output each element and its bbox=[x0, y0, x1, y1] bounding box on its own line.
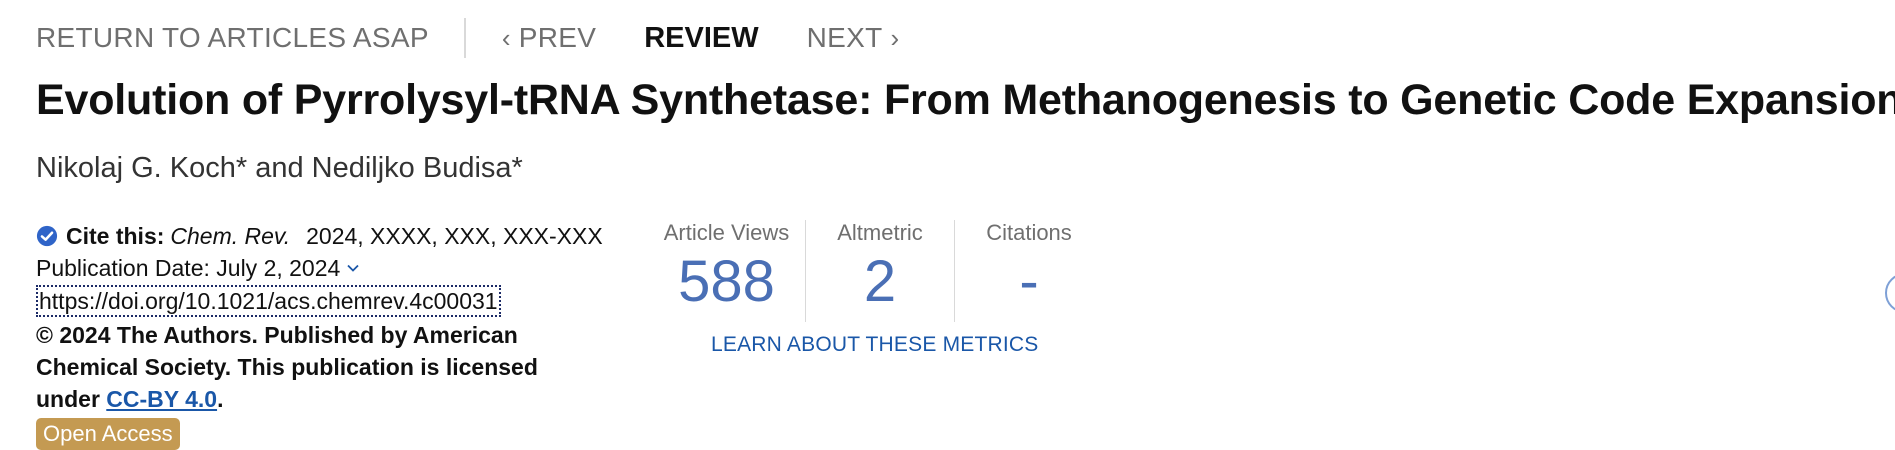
author-list[interactable]: Nikolaj G. Koch* and Nediljko Budisa* bbox=[36, 152, 523, 185]
article-title: Evolution of Pyrrolysyl-tRNA Synthetase:… bbox=[36, 76, 1895, 124]
publication-date-toggle[interactable]: Publication Date: July 2, 2024 bbox=[36, 252, 636, 284]
prev-label: PREV bbox=[518, 22, 597, 53]
article-views-metric: Article Views 588 bbox=[648, 220, 805, 322]
chevron-left-icon: ‹ bbox=[501, 23, 511, 53]
citations-label: Citations bbox=[986, 220, 1072, 245]
article-views-value: 588 bbox=[678, 249, 775, 314]
article-metrics: Article Views 588 Altmetric 2 Citations … bbox=[648, 220, 1103, 322]
next-link[interactable]: NEXT › bbox=[807, 22, 900, 54]
learn-about-metrics-link[interactable]: LEARN ABOUT THESE METRICS bbox=[711, 333, 1038, 357]
chevron-right-icon: › bbox=[890, 23, 900, 53]
return-to-articles-link[interactable]: RETURN TO ARTICLES ASAP bbox=[36, 22, 429, 54]
article-type-label: REVIEW bbox=[644, 21, 759, 54]
license-link[interactable]: CC-BY 4.0 bbox=[106, 386, 217, 412]
article-navigation: RETURN TO ARTICLES ASAP ‹ PREV REVIEW NEX… bbox=[36, 18, 900, 58]
cite-this-row[interactable]: Cite this: Chem. Rev. 2024, XXXX, XXX, X… bbox=[36, 220, 636, 252]
journal-name: Chem. Rev. bbox=[170, 223, 291, 249]
citation-block: Cite this: Chem. Rev. 2024, XXXX, XXX, X… bbox=[36, 220, 636, 450]
publication-date: Publication Date: July 2, 2024 bbox=[36, 255, 341, 281]
cite-this-label: Cite this: bbox=[66, 223, 165, 249]
altmetric-metric[interactable]: Altmetric 2 bbox=[806, 220, 954, 322]
doi-link[interactable]: https://doi.org/10.1021/acs.chemrev.4c00… bbox=[36, 285, 501, 317]
altmetric-label: Altmetric bbox=[837, 220, 923, 245]
citation-details: 2024, XXXX, XXX, XXX-XXX bbox=[306, 223, 603, 249]
license-suffix: . bbox=[217, 386, 224, 412]
citations-value: - bbox=[1019, 249, 1039, 314]
check-badge-icon bbox=[36, 225, 58, 247]
citations-metric: Citations - bbox=[955, 220, 1103, 322]
prev-link[interactable]: ‹ PREV bbox=[502, 22, 596, 54]
license-statement: © 2024 The Authors. Published by America… bbox=[36, 319, 596, 415]
nav-divider bbox=[463, 18, 466, 58]
open-access-badge: Open Access bbox=[36, 418, 180, 450]
article-views-label: Article Views bbox=[663, 220, 790, 245]
chevron-down-icon bbox=[347, 264, 359, 272]
altmetric-value: 2 bbox=[863, 249, 897, 314]
next-label: NEXT bbox=[806, 22, 883, 53]
floating-action-button[interactable] bbox=[1885, 273, 1895, 313]
